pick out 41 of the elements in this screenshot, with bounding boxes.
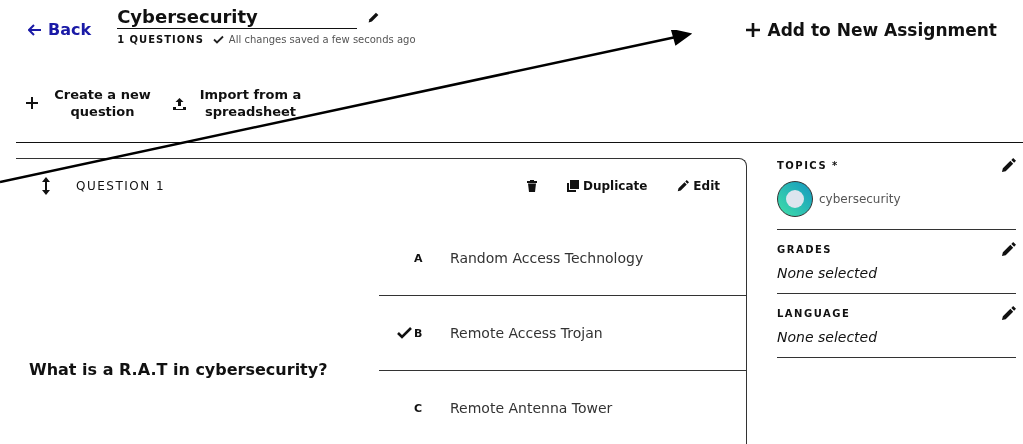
topic-icon [777,181,813,217]
section-label: TOPICS * [777,160,839,171]
pencil-icon[interactable] [1001,158,1016,173]
pencil-icon [677,180,690,192]
back-button[interactable]: Back [28,20,92,39]
answer-letter: B [414,326,424,340]
answer-row[interactable]: B Remote Access Trojan [379,296,746,371]
question-label: QUESTION 1 [76,179,166,193]
import-spreadsheet-button[interactable]: Import from a spreadsheet [173,80,303,126]
create-question-button[interactable]: Create a new question [26,80,155,126]
answer-letter: A [414,251,424,265]
answer-text: Remote Antenna Tower [450,400,613,416]
add-to-assignment-button[interactable]: Add to New Assignment [745,20,997,40]
checkmark-icon [212,35,224,44]
save-status: All changes saved a few seconds ago [228,34,416,45]
section-value: None selected [777,329,879,345]
duplicate-button[interactable]: Duplicate [566,179,648,193]
section-value: None selected [777,265,879,281]
trash-icon [526,180,537,192]
pencil-icon[interactable] [1001,306,1016,321]
answer-row[interactable]: C Remote Antenna Tower [379,371,746,444]
plus-icon [26,97,38,109]
plus-icon [745,23,760,37]
upload-icon [173,96,186,110]
answer-row[interactable]: A Random Access Technology [379,221,746,296]
question-count: 1 QUESTIONS [117,34,204,45]
pencil-icon[interactable] [367,11,381,24]
answer-text: Remote Access Trojan [450,325,603,341]
edit-button[interactable]: Edit [677,179,720,193]
section-label: GRADES [777,244,832,255]
question-text: What is a R.A.T in cybersecurity? [28,360,329,379]
delete-button[interactable] [526,179,537,193]
pencil-icon[interactable] [1001,242,1016,257]
answer-text: Random Access Technology [450,250,644,266]
section-label: LANGUAGE [777,308,851,319]
arrow-left-icon [28,23,42,36]
topic-tag: cybersecurity [819,192,901,206]
title-field[interactable]: Cybersecurity [117,6,358,29]
drag-handle-icon[interactable] [42,177,50,195]
answer-letter: C [414,401,424,415]
copy-icon [566,180,579,192]
